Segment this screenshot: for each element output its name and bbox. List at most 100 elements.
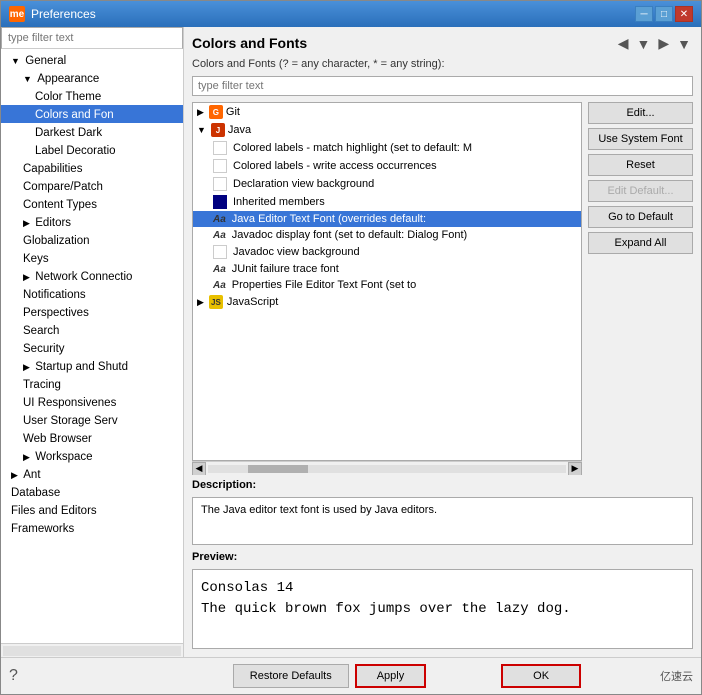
color-swatch-icon: [213, 245, 227, 259]
content-area: General Appearance Color Theme Colors an…: [1, 27, 701, 657]
description-box: The Java editor text font is used by Jav…: [192, 497, 693, 545]
title-bar: me Preferences ─ □ ✕: [1, 1, 701, 27]
panel-filter-input[interactable]: [192, 76, 693, 96]
font-tree: G Git J Java Colored labels - match: [192, 102, 582, 461]
sidebar-item-general[interactable]: General: [1, 51, 183, 69]
sidebar-item-network-connections[interactable]: Network Connectio: [1, 267, 183, 285]
reset-button[interactable]: Reset: [588, 154, 693, 176]
font-tree-hscrollbar[interactable]: ◀ ▶: [192, 461, 582, 475]
sidebar-item-notifications[interactable]: Notifications: [1, 285, 183, 303]
font-tree-item-inherited[interactable]: Inherited members: [193, 193, 581, 211]
font-tree-item-declaration-view[interactable]: Declaration view background: [193, 175, 581, 193]
restore-defaults-button[interactable]: Restore Defaults: [233, 664, 349, 688]
font-tree-item-junit[interactable]: Aa JUnit failure trace font: [193, 261, 581, 277]
sidebar-item-appearance[interactable]: Appearance: [1, 69, 183, 87]
side-buttons: Edit... Use System Font Reset Edit Defau…: [588, 102, 693, 475]
sidebar-scrollbar[interactable]: [3, 646, 181, 656]
triangle-icon: [23, 218, 30, 229]
nav-forward-dropdown-button[interactable]: ▼: [675, 36, 693, 52]
use-system-font-button[interactable]: Use System Font: [588, 128, 693, 150]
close-button[interactable]: ✕: [675, 6, 693, 22]
sidebar-item-security[interactable]: Security: [1, 339, 183, 357]
sidebar-item-workspace[interactable]: Workspace: [1, 447, 183, 465]
font-tree-label: Colored labels - write access occurrence…: [233, 160, 437, 172]
description-label: Description:: [192, 479, 693, 491]
expand-all-button[interactable]: Expand All: [588, 232, 693, 254]
hscrollbar-thumb[interactable]: [248, 465, 308, 473]
nav-back-button[interactable]: ◀: [616, 35, 631, 52]
font-tree-item-javadoc-bg[interactable]: Javadoc view background: [193, 243, 581, 261]
font-tree-item-properties[interactable]: Aa Properties File Editor Text Font (set…: [193, 277, 581, 293]
sidebar-item-globalization[interactable]: Globalization: [1, 231, 183, 249]
sidebar-item-search[interactable]: Search: [1, 321, 183, 339]
sidebar-item-keys[interactable]: Keys: [1, 249, 183, 267]
window-title: Preferences: [31, 7, 96, 21]
font-tree-item-javascript[interactable]: JS JavaScript: [193, 293, 581, 311]
sidebar-item-user-storage[interactable]: User Storage Serv: [1, 411, 183, 429]
font-tree-item-git[interactable]: G Git: [193, 103, 581, 121]
triangle-icon: [11, 56, 20, 66]
main-panel: Colors and Fonts ◀ ▼ ▶ ▼ Colors and Font…: [184, 27, 701, 657]
triangle-icon: [197, 125, 206, 135]
triangle-icon: [197, 107, 204, 118]
help-icon[interactable]: ?: [9, 667, 18, 685]
font-tree-item-javadoc-display[interactable]: Aa Javadoc display font (set to default:…: [193, 227, 581, 243]
sidebar-item-frameworks[interactable]: Frameworks: [1, 519, 183, 537]
sidebar-item-startup[interactable]: Startup and Shutd: [1, 357, 183, 375]
title-bar-left: me Preferences: [9, 6, 96, 22]
triangle-icon: [11, 470, 18, 481]
maximize-button[interactable]: □: [655, 6, 673, 22]
edit-default-button[interactable]: Edit Default...: [588, 180, 693, 202]
sidebar-item-darkest-dark[interactable]: Darkest Dark: [1, 123, 183, 141]
ok-button[interactable]: OK: [501, 664, 581, 688]
font-tree-item-colored-match[interactable]: Colored labels - match highlight (set to…: [193, 139, 581, 157]
nav-dropdown-button[interactable]: ▼: [635, 36, 653, 52]
font-tree-label: Java Editor Text Font (overrides default…: [232, 213, 426, 225]
java-icon: J: [211, 123, 225, 137]
font-tree-label: JUnit failure trace font: [232, 263, 339, 275]
sidebar-item-ui-responsiveness[interactable]: UI Responsivenes: [1, 393, 183, 411]
sidebar-item-perspectives[interactable]: Perspectives: [1, 303, 183, 321]
go-to-default-button[interactable]: Go to Default: [588, 206, 693, 228]
sidebar-item-compare-patch[interactable]: Compare/Patch: [1, 177, 183, 195]
sidebar-item-color-theme[interactable]: Color Theme: [1, 87, 183, 105]
hscrollbar-track[interactable]: [208, 465, 566, 473]
panel-filter: [192, 76, 693, 96]
apply-button[interactable]: Apply: [355, 664, 427, 688]
triangle-icon: [23, 74, 32, 84]
font-tree-item-colored-write[interactable]: Colored labels - write access occurrence…: [193, 157, 581, 175]
font-tree-item-java[interactable]: J Java: [193, 121, 581, 139]
sidebar-item-files-and-editors[interactable]: Files and Editors: [1, 501, 183, 519]
triangle-icon: [23, 362, 30, 373]
sidebar-item-editors[interactable]: Editors: [1, 213, 183, 231]
sidebar-item-ant[interactable]: Ant: [1, 465, 183, 483]
panel-title: Colors and Fonts: [192, 35, 307, 51]
triangle-icon: [23, 452, 30, 463]
sidebar-item-content-types[interactable]: Content Types: [1, 195, 183, 213]
font-tree-item-java-editor-text[interactable]: Aa Java Editor Text Font (overrides defa…: [193, 211, 581, 227]
bottom-bar: ? Restore Defaults Apply OK 亿速云: [1, 657, 701, 694]
sidebar-filter-input[interactable]: [1, 27, 183, 49]
font-tree-label: JavaScript: [227, 296, 278, 308]
sidebar-item-web-browser[interactable]: Web Browser: [1, 429, 183, 447]
font-tree-label: Java: [228, 124, 251, 136]
javascript-icon: JS: [209, 295, 223, 309]
sidebar-item-tracing[interactable]: Tracing: [1, 375, 183, 393]
aa-font-icon: Aa: [213, 280, 226, 291]
sidebar-bottom: [1, 643, 183, 657]
git-icon: G: [209, 105, 223, 119]
sidebar: General Appearance Color Theme Colors an…: [1, 27, 184, 657]
font-tree-label: Javadoc view background: [233, 246, 360, 258]
minimize-button[interactable]: ─: [635, 6, 653, 22]
sidebar-item-capabilities[interactable]: Capabilities: [1, 159, 183, 177]
edit-button[interactable]: Edit...: [588, 102, 693, 124]
sidebar-item-label-decorations[interactable]: Label Decoratio: [1, 141, 183, 159]
aa-font-icon: Aa: [213, 230, 226, 241]
preferences-window: me Preferences ─ □ ✕ General Appearance: [0, 0, 702, 695]
font-tree-label: Properties File Editor Text Font (set to: [232, 279, 416, 291]
sidebar-item-database[interactable]: Database: [1, 483, 183, 501]
font-tree-label: Colored labels - match highlight (set to…: [233, 142, 472, 154]
nav-forward-button[interactable]: ▶: [656, 35, 671, 52]
preview-label: Preview:: [192, 551, 693, 563]
sidebar-item-colors-and-fonts[interactable]: Colors and Fon: [1, 105, 183, 123]
